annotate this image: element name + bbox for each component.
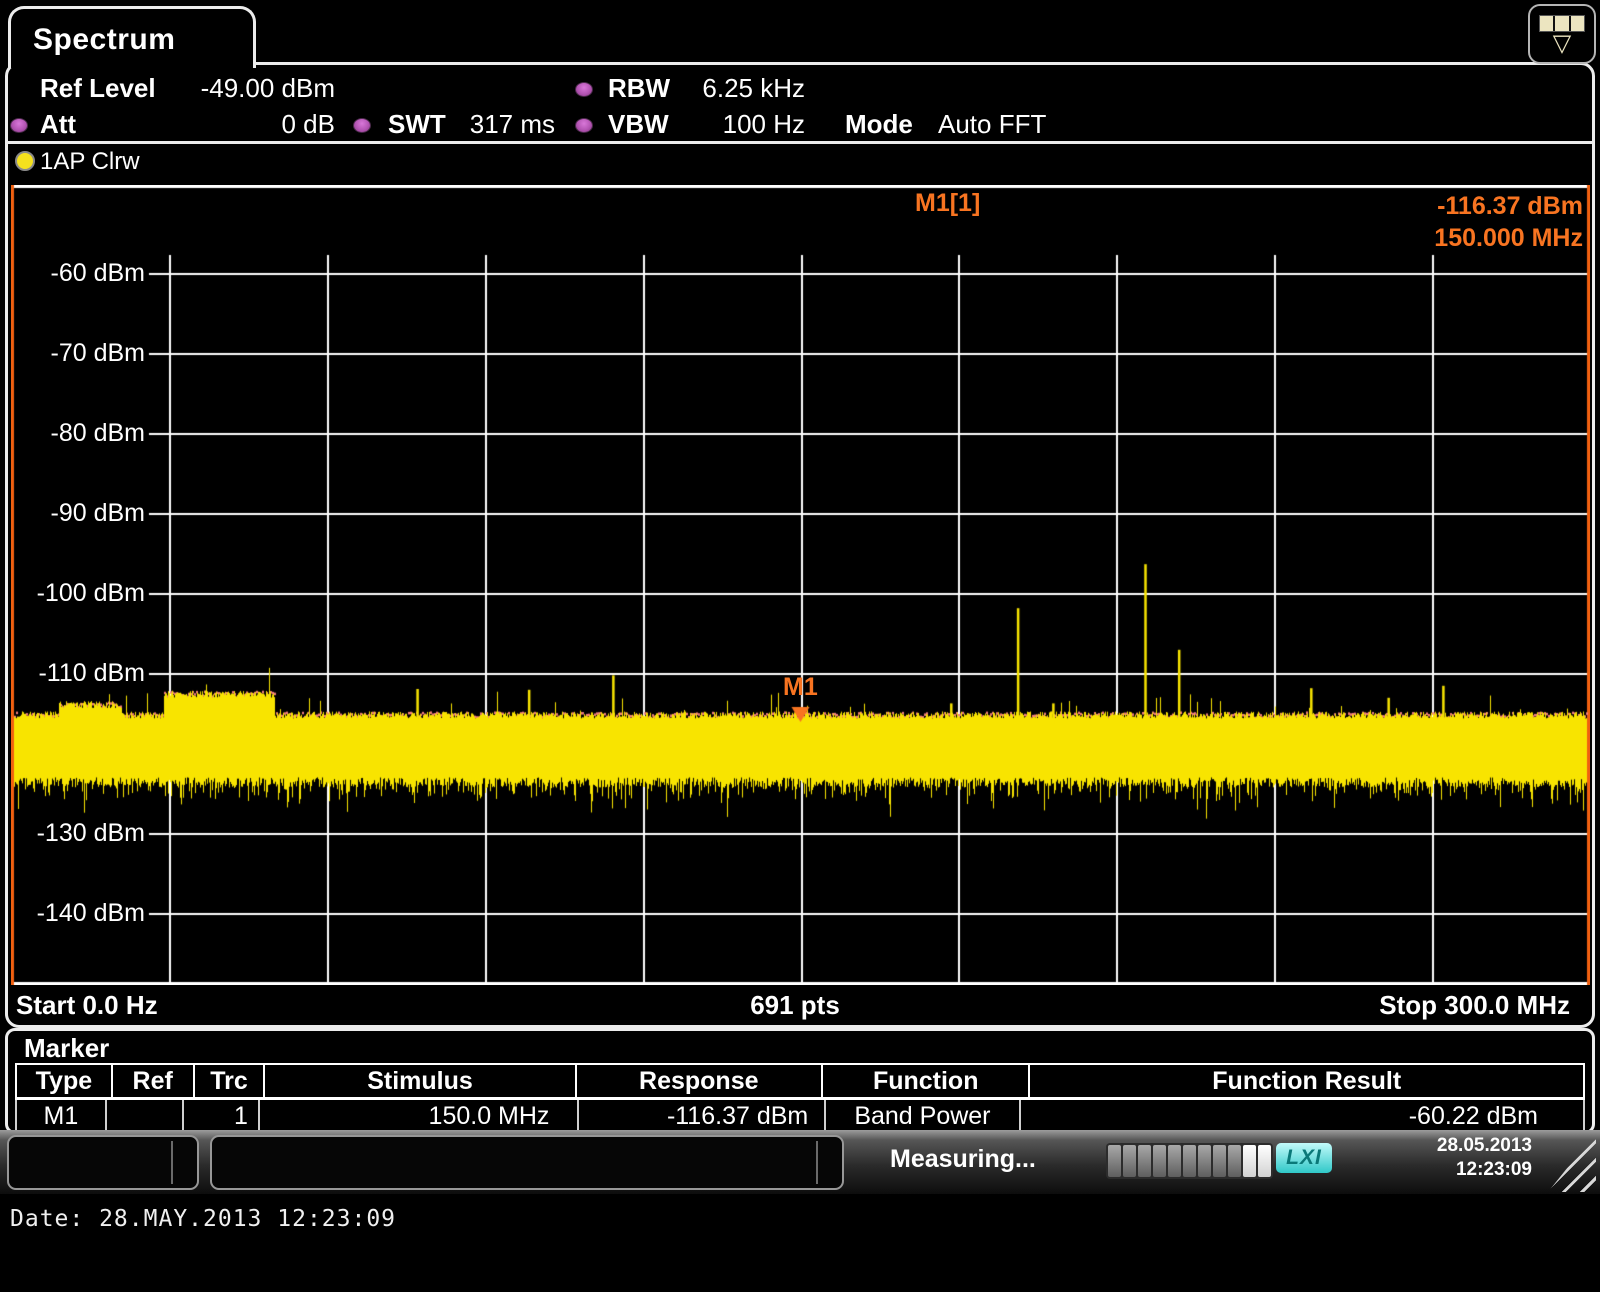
marker-cell-response: -116.37 dBm [579, 1100, 826, 1132]
vbw-coupling-bullet-icon [575, 118, 593, 133]
marker-table: Type Ref Trc Stimulus Response Function … [15, 1063, 1585, 1132]
progress-segment [1183, 1145, 1196, 1177]
column-header-function-result: Function Result [1030, 1065, 1585, 1097]
marker-panel: Marker Type Ref Trc Stimulus Response Fu… [5, 1028, 1595, 1134]
status-field-message[interactable] [210, 1135, 844, 1190]
marker-m1-label[interactable]: M1 [783, 673, 818, 701]
progress-bar [1106, 1143, 1273, 1179]
display-menu-button[interactable]: ▽ [1528, 4, 1596, 64]
swt-label: SWT [388, 110, 446, 138]
status-bar: Measuring... LXI 28.05.2013 12:23:09 [0, 1130, 1600, 1194]
marker-cell-ref [107, 1100, 184, 1132]
header-separator [6, 141, 1594, 144]
progress-segment [1123, 1145, 1136, 1177]
progress-segment [1243, 1145, 1256, 1177]
progress-segment [1258, 1145, 1271, 1177]
swt-coupling-bullet-icon [353, 118, 371, 133]
progress-segment [1228, 1145, 1241, 1177]
column-header-response: Response [577, 1065, 823, 1097]
status-field-left[interactable] [7, 1135, 199, 1190]
x-axis-stop-label[interactable]: Stop 300.0 MHz [1379, 990, 1570, 1021]
footer-date-line: Date: 28.MAY.2013 12:23:09 [10, 1206, 396, 1232]
ref-level-value[interactable]: -49.00 dBm [160, 74, 335, 102]
marker-panel-title: Marker [24, 1033, 109, 1064]
status-time: 12:23:09 [1437, 1158, 1532, 1182]
trace1-legend-label[interactable]: 1AP Clrw [40, 148, 140, 176]
rbw-value[interactable]: 6.25 kHz [655, 74, 805, 102]
progress-segment [1213, 1145, 1226, 1177]
progress-segment [1168, 1145, 1181, 1177]
plot-area[interactable]: -60 dBm-70 dBm-80 dBm-90 dBm-100 dBm-110… [11, 185, 1590, 985]
status-datetime: 28.05.2013 12:23:09 [1437, 1134, 1532, 1182]
marker-cell-function: Band Power [826, 1100, 1020, 1132]
marker-table-header-row: Type Ref Trc Stimulus Response Function … [15, 1065, 1585, 1100]
ref-level-label: Ref Level [40, 74, 156, 102]
spectrum-tab[interactable]: Spectrum [8, 6, 256, 68]
marker-cell-function-result: -60.22 dBm [1021, 1100, 1585, 1132]
att-value[interactable]: 0 dB [160, 110, 335, 138]
vbw-value[interactable]: 100 Hz [655, 110, 805, 138]
column-header-trc: Trc [195, 1065, 266, 1097]
lxi-icon: LXI [1276, 1143, 1332, 1173]
column-header-stimulus: Stimulus [265, 1065, 576, 1097]
column-header-ref: Ref [113, 1065, 195, 1097]
marker-cell-stimulus: 150.0 MHz [260, 1100, 580, 1132]
progress-segment [1108, 1145, 1121, 1177]
mode-value[interactable]: Auto FFT [938, 110, 1046, 138]
progress-segment [1153, 1145, 1166, 1177]
rbw-coupling-bullet-icon [575, 82, 593, 97]
column-header-function: Function [823, 1065, 1030, 1097]
marker-cell-type: M1 [15, 1100, 107, 1132]
x-axis-start-label[interactable]: Start 0.0 Hz [16, 990, 158, 1021]
att-label: Att [40, 110, 76, 138]
status-date: 28.05.2013 [1437, 1134, 1532, 1158]
x-axis-points-label: 691 pts [680, 990, 910, 1021]
marker-table-row-m1[interactable]: M1 1 150.0 MHz -116.37 dBm Band Power -6… [15, 1100, 1585, 1132]
marker-cell-trc: 1 [184, 1100, 260, 1132]
column-header-type: Type [15, 1065, 113, 1097]
spectrum-analyzer-screen: Spectrum ▽ Ref Level -49.00 dBm RBW 6.25… [0, 0, 1600, 1292]
swt-value[interactable]: 317 ms [450, 110, 555, 138]
resize-grip-icon [1548, 1132, 1596, 1192]
marker-readout-level: -116.37 dBm [1363, 192, 1583, 220]
att-coupling-bullet-icon [10, 118, 28, 133]
progress-segment [1138, 1145, 1151, 1177]
measuring-status: Measuring... [890, 1145, 1036, 1174]
marker-readout-label: M1[1] [915, 189, 980, 217]
marker-readout-frequency: 150.000 MHz [1363, 224, 1583, 252]
tab-title: Spectrum [33, 23, 175, 57]
trace1-color-icon [15, 151, 35, 171]
spectrum-canvas[interactable] [11, 185, 1590, 985]
dropdown-triangle-icon: ▽ [1530, 30, 1594, 58]
progress-segment [1198, 1145, 1211, 1177]
mode-label: Mode [845, 110, 913, 138]
